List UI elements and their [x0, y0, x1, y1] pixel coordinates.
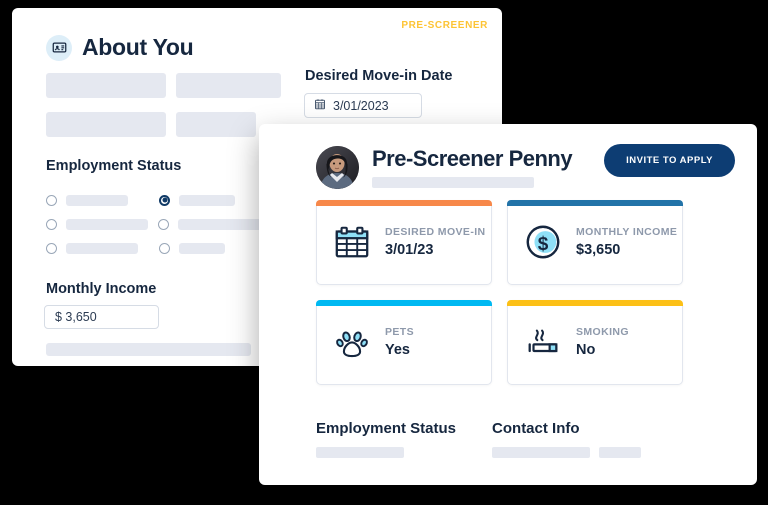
tile-label: DESIRED MOVE-IN: [385, 225, 486, 238]
footer-column-contact: Contact Info: [492, 420, 642, 458]
tile-label: MONTHLY INCOME: [576, 225, 678, 238]
form-field-placeholder-first-name[interactable]: [46, 73, 166, 98]
penny-subtitle-placeholder: [372, 177, 534, 189]
tile-value: 3/01/23: [385, 242, 434, 259]
footer-column-title: Employment Status: [316, 420, 457, 437]
tile-label: SMOKING: [576, 325, 629, 338]
radio-button[interactable]: [46, 218, 57, 230]
tile-monthly-income[interactable]: $ MONTHLY INCOME $3,650: [507, 200, 683, 285]
tile-accent-bar: [316, 300, 492, 306]
radio-button[interactable]: [159, 242, 170, 254]
screenshot-stage: PRE-SCREENER About You Desired Move-in D…: [0, 0, 768, 505]
form-field-placeholder-email[interactable]: [46, 112, 166, 137]
desired-movein-input[interactable]: 3/01/2023: [304, 93, 422, 118]
tile-pets[interactable]: PETS Yes: [316, 300, 492, 385]
footer-value-placeholder: [599, 447, 642, 458]
penny-header: Pre-Screener Penny INVITE TO APPLY: [316, 144, 735, 191]
id-card-icon: [46, 34, 72, 61]
form-field-placeholder-phone[interactable]: [176, 112, 256, 137]
invite-to-apply-button[interactable]: INVITE TO APPLY: [604, 144, 735, 177]
tile-accent-bar: [507, 200, 683, 206]
radio-option-1[interactable]: [46, 194, 159, 206]
radio-label-placeholder: [179, 194, 235, 206]
radio-option-3[interactable]: [46, 218, 158, 230]
radio-label-placeholder: [66, 194, 128, 206]
footer-placeholders: [492, 447, 642, 458]
radio-label-placeholder: [179, 242, 225, 254]
radio-option-6[interactable]: [159, 242, 225, 254]
monthly-income-label: Monthly Income: [46, 281, 157, 297]
radio-row: [46, 236, 276, 260]
pre-screener-penny-card: Pre-Screener Penny INVITE TO APPLY DESIR…: [259, 124, 757, 485]
desired-movein-value: 3/01/2023: [333, 98, 389, 113]
tile-text: MONTHLY INCOME $3,650: [576, 226, 677, 258]
tile-desired-movein[interactable]: DESIRED MOVE-IN 3/01/23: [316, 200, 492, 285]
desired-movein-label: Desired Move-in Date: [305, 68, 453, 84]
svg-text:$: $: [538, 234, 549, 255]
tile-value: No: [576, 342, 596, 359]
dollar-circle-icon: $: [521, 223, 565, 261]
paw-icon: [330, 323, 374, 361]
footer-value-placeholder: [492, 447, 591, 458]
tile-accent-bar: [507, 300, 683, 306]
cigarette-icon: [521, 323, 565, 361]
pre-screener-badge: PRE-SCREENER: [401, 20, 488, 31]
avatar: [316, 146, 359, 189]
radio-row: [46, 188, 276, 212]
employment-status-label: Employment Status: [46, 158, 182, 174]
monthly-income-input[interactable]: $ 3,650: [44, 305, 159, 329]
footer-column-employment: Employment Status: [316, 420, 456, 458]
penny-footer: Employment Status Contact Info: [316, 420, 642, 458]
radio-button[interactable]: [46, 194, 57, 206]
tile-text: DESIRED MOVE-IN 3/01/23: [385, 226, 486, 258]
radio-option-5[interactable]: [46, 242, 159, 254]
tile-text: PETS Yes: [385, 326, 414, 358]
penny-title-block: Pre-Screener Penny: [372, 145, 592, 189]
tile-accent-bar: [316, 200, 492, 206]
footer-placeholders: [316, 447, 456, 458]
tile-label: PETS: [385, 325, 415, 338]
form-footer-placeholder: [46, 343, 251, 356]
penny-name: Pre-Screener Penny: [372, 145, 573, 171]
calendar-icon: [314, 98, 326, 113]
footer-value-placeholder: [316, 447, 404, 458]
summary-tiles: DESIRED MOVE-IN 3/01/23 $ MONTHLY INCOME: [316, 200, 683, 385]
radio-label-placeholder: [66, 242, 138, 254]
radio-row: [46, 212, 276, 236]
employment-status-radio-group: [46, 188, 276, 260]
tile-value: $3,650: [576, 242, 621, 259]
form-field-placeholder-last-name[interactable]: [176, 73, 281, 98]
radio-button[interactable]: [46, 242, 57, 254]
calendar-icon: [330, 223, 374, 261]
footer-column-title: Contact Info: [492, 420, 580, 437]
tile-text: SMOKING No: [576, 326, 629, 358]
about-you-header: About You: [46, 34, 194, 61]
tile-smoking[interactable]: SMOKING No: [507, 300, 683, 385]
radio-label-placeholder: [66, 218, 148, 230]
radio-button-selected[interactable]: [159, 194, 170, 206]
page-title: About You: [82, 34, 194, 60]
radio-button[interactable]: [158, 218, 169, 230]
tile-value: Yes: [385, 342, 410, 359]
radio-option-2[interactable]: [159, 194, 235, 206]
